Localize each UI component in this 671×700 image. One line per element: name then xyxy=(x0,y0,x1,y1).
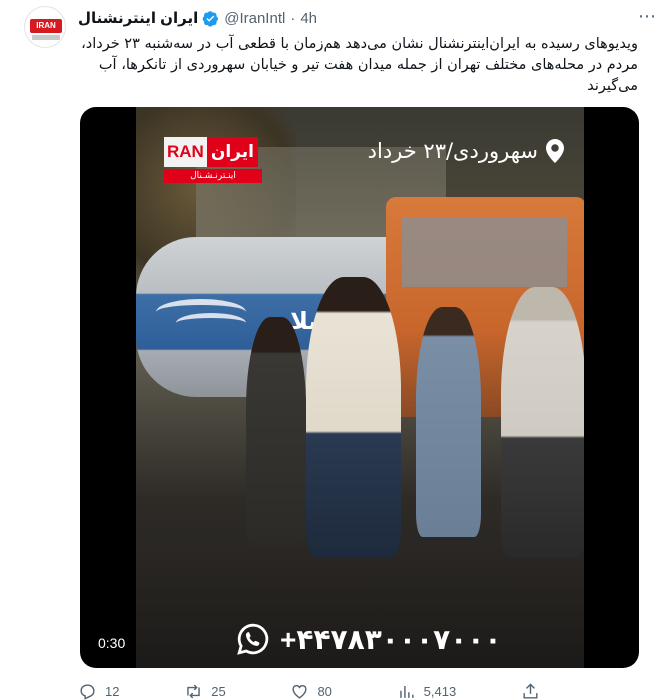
share-icon xyxy=(523,682,538,699)
views-count: 5,413 xyxy=(423,683,457,699)
user-handle[interactable]: @IranIntl xyxy=(224,10,285,27)
profile-avatar[interactable]: IRAN xyxy=(24,6,66,48)
tweet-time[interactable]: 4h xyxy=(300,10,317,27)
like-count: 80 xyxy=(317,683,332,699)
tanker-wave-graphic-2 xyxy=(176,313,246,333)
watermark-logo-latin: RAN xyxy=(164,137,207,167)
truck-window xyxy=(402,217,567,287)
video-duration: 0:30 xyxy=(92,634,132,652)
reply-button[interactable]: 12 xyxy=(78,682,119,700)
tweet-text: ویدیوهای رسیده به ایران‌اینترنشنال نشان … xyxy=(81,36,638,94)
like-button[interactable]: 80 xyxy=(290,682,332,700)
whatsapp-icon xyxy=(237,623,269,655)
verified-badge-icon xyxy=(202,10,219,27)
iran-international-watermark: RAN ایران اینـترنـشـنال xyxy=(164,137,262,183)
views-button[interactable]: 5,413 xyxy=(397,682,457,700)
phone-overlay-text: +۴۴۷۸۳۰۰۰۷۰۰۰ xyxy=(280,623,502,655)
scene-person xyxy=(306,277,401,557)
more-options-icon[interactable]: ⋯ xyxy=(638,6,657,27)
scene-person xyxy=(416,307,481,537)
retweet-count: 25 xyxy=(211,683,226,699)
heart-icon xyxy=(292,684,307,699)
reply-count: 12 xyxy=(105,683,120,699)
views-chart-icon xyxy=(399,685,414,698)
location-overlay-text: سهروردی/۲۳ خرداد xyxy=(367,139,538,163)
tweet-actions: 12 25 80 5,413 xyxy=(78,680,548,700)
tweet-header: ایران اینترنشنال @IranIntl · 4h ⋯ xyxy=(78,6,657,28)
separator-dot: · xyxy=(290,9,296,27)
watermark-logo-sub: اینـترنـشـنال xyxy=(164,169,262,183)
location-pin-icon xyxy=(546,139,564,163)
avatar-logo: IRAN xyxy=(30,19,62,33)
scene-person xyxy=(246,317,306,547)
scene-person xyxy=(501,287,584,557)
location-overlay: سهروردی/۲۳ خرداد xyxy=(368,139,564,163)
video-frame: فاضلاب RAN ایران اینـترنـشـنال سهروردی/۲… xyxy=(136,107,584,668)
phone-overlay: +۴۴۷۸۳۰۰۰۷۰۰۰ xyxy=(236,622,501,656)
watermark-logo-persian: ایران xyxy=(206,137,258,167)
retweet-icon xyxy=(187,684,200,698)
reply-icon xyxy=(80,683,95,700)
avatar-logo-subline xyxy=(32,35,60,40)
share-button[interactable] xyxy=(521,682,548,700)
video-player[interactable]: فاضلاب RAN ایران اینـترنـشـنال سهروردی/۲… xyxy=(80,107,639,668)
display-name[interactable]: ایران اینترنشنال xyxy=(78,9,198,27)
retweet-button[interactable]: 25 xyxy=(184,682,226,700)
